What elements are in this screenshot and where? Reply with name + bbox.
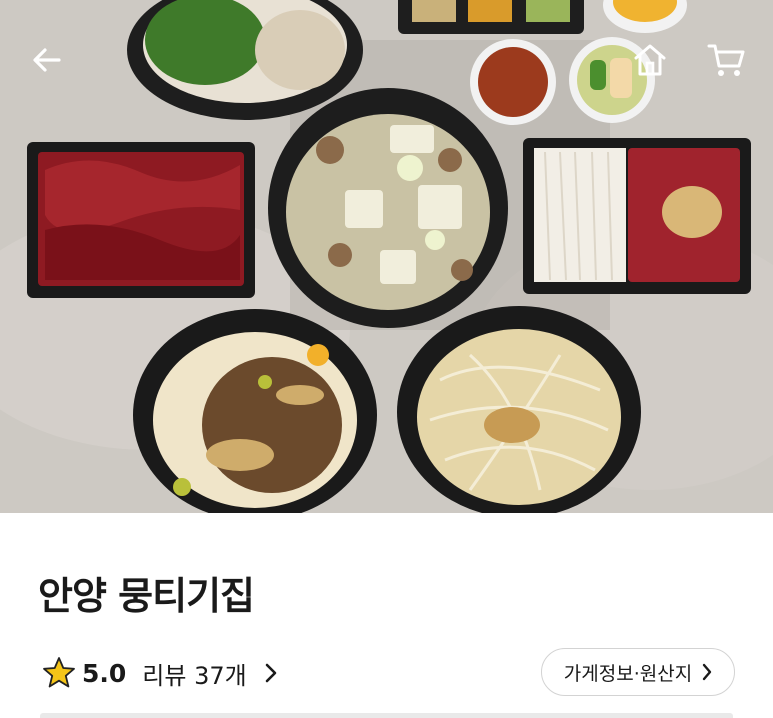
- chevron-right-icon: [703, 663, 712, 681]
- store-info-panel: 안양 뭉티기집 5.0 리뷰 37개 가게정보·원산지: [0, 513, 773, 718]
- store-info-label: 가게정보·원산지: [563, 662, 693, 685]
- cart-button[interactable]: [704, 38, 748, 82]
- review-link[interactable]: 리뷰 37개: [142, 656, 277, 691]
- star-icon: [43, 657, 75, 688]
- review-count-label: 리뷰 37개: [142, 661, 247, 690]
- home-button[interactable]: [628, 38, 672, 82]
- home-icon: [634, 44, 666, 76]
- store-name: 안양 뭉티기집: [38, 574, 255, 618]
- arrow-left-icon: [33, 48, 61, 72]
- next-section-edge: [40, 713, 733, 718]
- chevron-right-icon: [265, 663, 277, 683]
- rating-row: 5.0 리뷰 37개: [42, 653, 277, 693]
- rating-score: 5.0: [82, 658, 127, 688]
- hero-image: [0, 0, 773, 513]
- store-info-button[interactable]: 가게정보·원산지: [541, 648, 735, 696]
- cart-icon: [707, 44, 745, 76]
- back-button[interactable]: [25, 38, 69, 82]
